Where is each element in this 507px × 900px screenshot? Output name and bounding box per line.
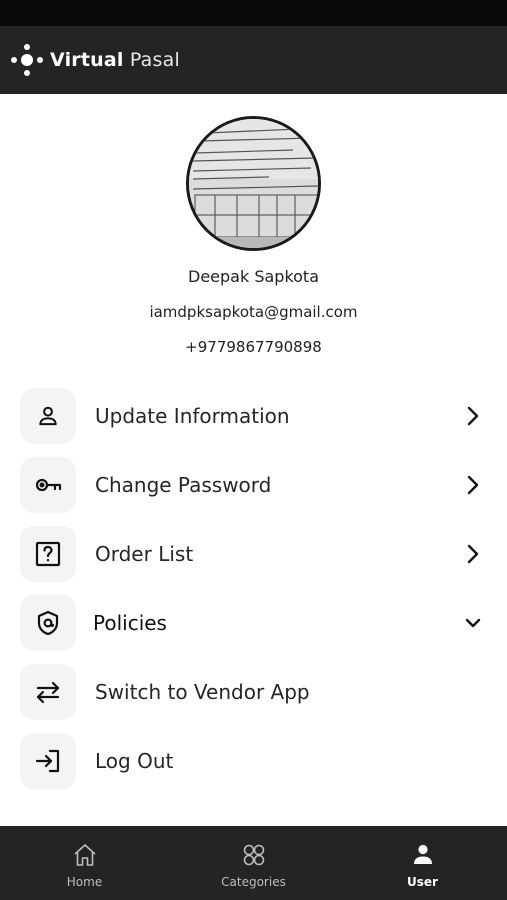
nav-user[interactable]: User — [338, 826, 507, 900]
bottom-nav: Home Categories User — [0, 826, 507, 900]
profile-name: Deepak Sapkota — [188, 267, 319, 286]
menu-icon-tile — [20, 664, 76, 720]
menu-item-change-password[interactable]: Change Password — [0, 457, 507, 513]
logout-icon — [35, 749, 60, 773]
account-menu: Update Information Change Password Order… — [0, 388, 507, 802]
user-icon — [413, 844, 432, 864]
profile-phone: +9779867790898 — [185, 338, 322, 356]
nav-categories[interactable]: Categories — [169, 826, 338, 900]
menu-item-label: Update Information — [95, 404, 290, 428]
profile-email: iamdpksapkota@gmail.com — [149, 303, 358, 321]
menu-item-label: Order List — [95, 542, 194, 566]
brand-name-light: Pasal — [129, 49, 180, 71]
shield-icon — [37, 610, 59, 636]
menu-item-order-list[interactable]: Order List — [0, 526, 507, 582]
menu-item-policies[interactable]: Policies — [0, 595, 507, 651]
profile-section: Deepak Sapkota iamdpksapkota@gmail.com +… — [0, 116, 507, 361]
question-box-icon — [35, 541, 61, 567]
avatar-photo — [189, 119, 318, 248]
swap-icon — [36, 681, 60, 704]
key-icon — [35, 478, 62, 492]
brand-name: Virtual Pasal — [50, 49, 180, 71]
menu-item-label: Policies — [93, 611, 167, 635]
menu-item-label: Log Out — [95, 749, 174, 773]
user-icon — [39, 406, 57, 426]
menu-item-label: Change Password — [95, 473, 272, 497]
nav-label: Home — [66, 875, 103, 889]
menu-icon-tile — [20, 595, 76, 651]
avatar[interactable] — [186, 116, 321, 251]
menu-icon-tile — [20, 733, 76, 789]
menu-item-log-out[interactable]: Log Out — [0, 733, 507, 789]
app-bar: Virtual Pasal — [0, 26, 507, 94]
menu-item-switch-vendor[interactable]: Switch to Vendor App — [0, 664, 507, 720]
menu-icon-tile — [20, 388, 76, 444]
nav-label: User — [407, 875, 438, 889]
chevron-right-icon — [467, 544, 479, 564]
nav-home[interactable]: Home — [0, 826, 169, 900]
chevron-down-icon — [465, 618, 481, 628]
nav-label: Categories — [221, 875, 286, 889]
menu-item-update-information[interactable]: Update Information — [0, 388, 507, 444]
menu-icon-tile — [20, 526, 76, 582]
categories-icon — [243, 844, 264, 866]
menu-item-label: Switch to Vendor App — [95, 680, 310, 704]
home-icon — [73, 844, 96, 866]
menu-icon-tile — [20, 457, 76, 513]
chevron-right-icon — [467, 475, 479, 495]
brand-logo-icon — [10, 43, 44, 77]
chevron-right-icon — [467, 406, 479, 426]
brand-name-bold: Virtual — [50, 49, 124, 71]
status-bar — [0, 0, 507, 26]
